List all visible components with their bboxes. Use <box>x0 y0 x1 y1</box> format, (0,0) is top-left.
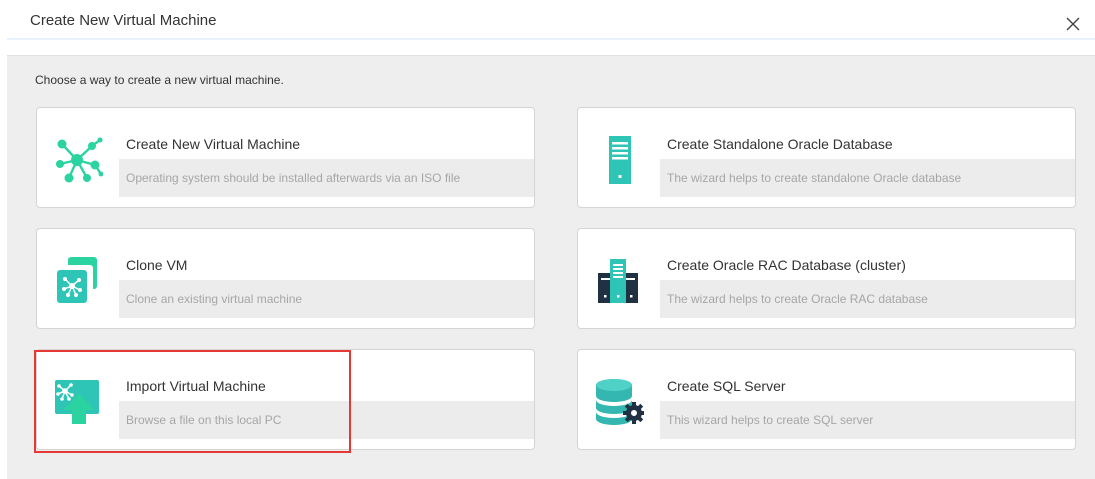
server-cluster-icon <box>598 259 638 303</box>
database-gear-icon <box>596 379 644 425</box>
option-create-new-vm[interactable]: Create New Virtual Machine Operating sys… <box>36 107 535 208</box>
dialog-header: Create New Virtual Machine <box>0 0 1095 38</box>
option-sql-server[interactable]: Create SQL Server This wizard helps to c… <box>577 349 1076 450</box>
clone-vm-icon <box>57 257 97 303</box>
close-button[interactable] <box>1064 15 1082 33</box>
option-description: Browse a file on this local PC <box>126 413 282 427</box>
option-description: The wizard helps to create standalone Or… <box>667 171 962 185</box>
network-nodes-icon <box>56 137 103 183</box>
header-divider <box>7 38 1095 40</box>
option-description: The wizard helps to create Oracle RAC da… <box>667 292 928 306</box>
option-description: This wizard helps to create SQL server <box>667 413 874 427</box>
option-description: Operating system should be installed aft… <box>126 171 461 185</box>
instruction-text: Choose a way to create a new virtual mac… <box>35 73 284 87</box>
option-title: Clone VM <box>126 257 188 273</box>
option-oracle-rac[interactable]: Create Oracle RAC Database (cluster) The… <box>577 228 1076 329</box>
option-title: Create SQL Server <box>667 378 786 394</box>
import-upload-icon <box>55 380 99 424</box>
server-tower-icon <box>609 136 631 184</box>
option-clone-vm[interactable]: Clone VM Clone an existing virtual machi… <box>36 228 535 329</box>
option-title: Import Virtual Machine <box>126 378 266 394</box>
option-description: Clone an existing virtual machine <box>126 292 303 306</box>
option-import-vm[interactable]: Import Virtual Machine Browse a file on … <box>36 349 535 450</box>
body-divider <box>7 55 1095 56</box>
option-title: Create New Virtual Machine <box>126 136 301 152</box>
option-standalone-oracle[interactable]: Create Standalone Oracle Database The wi… <box>577 107 1076 208</box>
option-title: Create Standalone Oracle Database <box>667 136 893 152</box>
option-title: Create Oracle RAC Database (cluster) <box>667 257 906 273</box>
close-icon[interactable] <box>1064 15 1082 33</box>
dialog-title: Create New Virtual Machine <box>30 12 217 29</box>
